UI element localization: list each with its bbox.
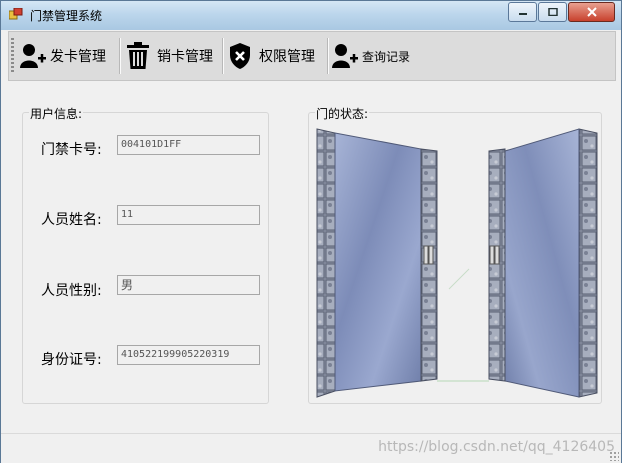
maximize-button[interactable] (538, 2, 567, 22)
toolbar-grip[interactable] (11, 38, 14, 74)
person-name-field[interactable]: 11 (117, 205, 260, 225)
title-bar[interactable]: 门禁管理系统 (1, 1, 621, 30)
watermark-text: https://blog.csdn.net/qq_4126405 (378, 439, 615, 455)
minimize-button[interactable] (508, 2, 537, 22)
person-name-label: 人员姓名: (41, 212, 102, 228)
shield-icon (230, 43, 250, 69)
card-number-field[interactable]: 004101D1FF (117, 135, 260, 155)
query-records-button[interactable]: 查询记录 (331, 36, 410, 76)
card-number-label: 门禁卡号: (41, 142, 102, 158)
issue-card-label: 发卡管理 (50, 49, 106, 65)
door-illustration (316, 128, 598, 398)
id-number-label: 身份证号: (41, 352, 102, 368)
close-icon (586, 7, 597, 17)
add-user-icon (332, 44, 358, 68)
permission-label: 权限管理 (259, 49, 315, 65)
id-number-field[interactable]: 410522199905220319 (117, 345, 260, 365)
maximize-icon (547, 8, 558, 16)
trash-icon (127, 42, 149, 69)
right-door (488, 128, 598, 398)
toolbar: 发卡管理 销卡管理 权限管理 查询记录 (8, 31, 616, 81)
left-door (316, 128, 438, 398)
close-button[interactable] (568, 2, 615, 22)
resize-grip[interactable] (609, 451, 619, 461)
toolbar-separator (327, 38, 329, 74)
person-gender-label: 人员性别: (41, 283, 102, 299)
cancel-card-button[interactable]: 销卡管理 (126, 36, 213, 76)
status-bar: https://blog.csdn.net/qq_4126405 (1, 433, 621, 463)
permission-button[interactable]: 权限管理 (228, 36, 315, 76)
add-user-icon (20, 44, 46, 68)
toolbar-separator (222, 38, 224, 74)
window-title: 门禁管理系统 (30, 9, 103, 23)
query-records-label: 查询记录 (362, 49, 411, 64)
app-icon (9, 8, 23, 20)
person-gender-field[interactable]: 男 (117, 275, 260, 295)
main-window: 门禁管理系统 发卡管理 销卡管理 权限管理 查询记录 用户信息: 门禁卡号: 0… (0, 0, 622, 463)
toolbar-separator (119, 38, 121, 74)
minimize-icon (518, 13, 527, 15)
issue-card-button[interactable]: 发卡管理 (19, 36, 106, 76)
cancel-card-label: 销卡管理 (157, 49, 213, 65)
user-info-title: 用户信息: (29, 105, 84, 122)
